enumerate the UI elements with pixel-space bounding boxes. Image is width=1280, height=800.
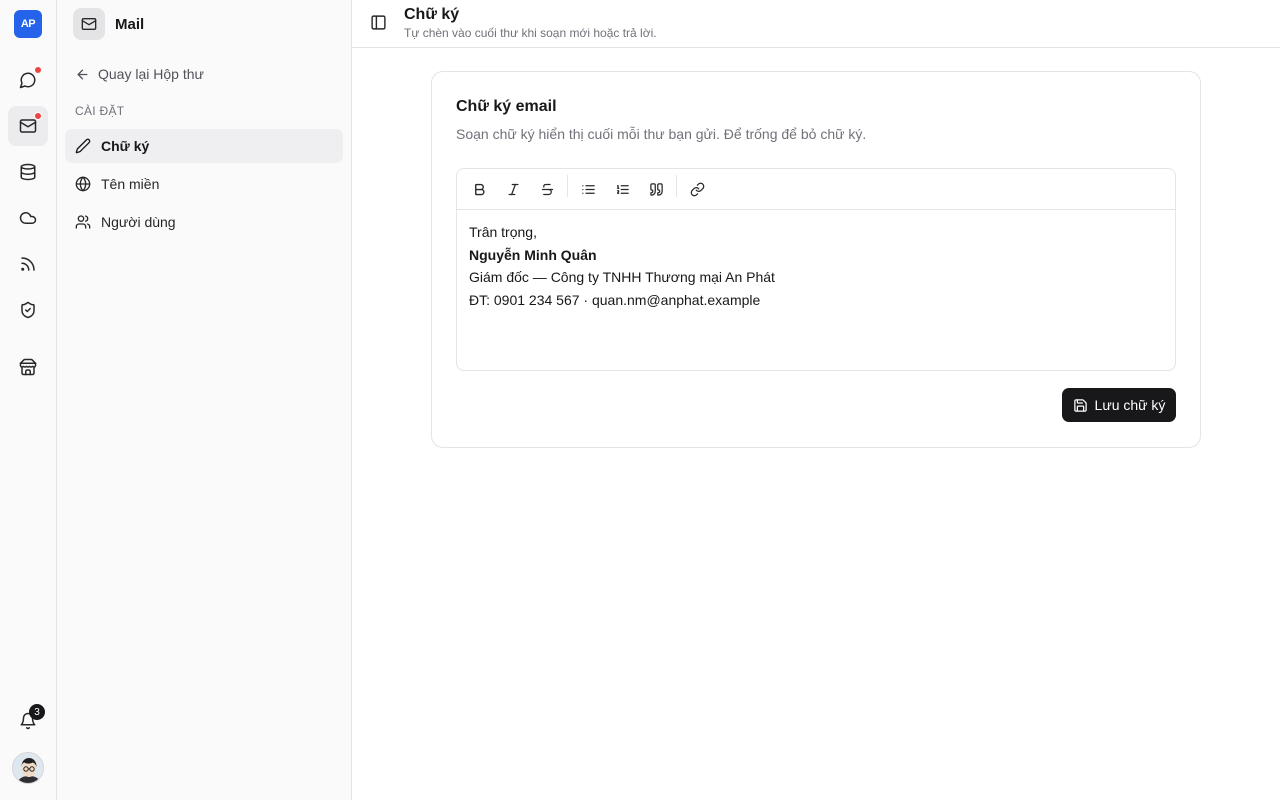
back-to-inbox-link[interactable]: Quay lại Hộp thư — [75, 64, 204, 84]
signature-line-title: Giám đốc — Công ty TNHH Thương mại An Ph… — [469, 269, 775, 286]
ordered-list-button[interactable] — [609, 177, 635, 201]
settings-section-label: CÀI ĐẶT — [75, 104, 125, 118]
page-title: Chữ ký — [404, 6, 460, 23]
rail-chat-button[interactable] — [8, 60, 48, 100]
database-icon — [19, 163, 37, 181]
signature-line-name: Nguyễn Minh Quân — [469, 246, 597, 263]
page-subtitle: Tự chèn vào cuối thư khi soạn mới hoặc t… — [404, 26, 657, 40]
workspace-logo[interactable]: AP — [14, 10, 42, 38]
strikethrough-button[interactable] — [534, 177, 560, 201]
rail-security-button[interactable] — [8, 290, 48, 330]
card-description: Soạn chữ ký hiển thị cuối mỗi thư bạn gử… — [456, 126, 867, 142]
rail-store-button[interactable] — [8, 347, 48, 387]
notification-count-badge: 3 — [29, 704, 45, 720]
notifications-button[interactable]: 3 — [8, 701, 48, 741]
rss-icon — [19, 255, 37, 273]
users-icon — [75, 214, 91, 230]
rail-mail-button[interactable] — [8, 106, 48, 146]
save-signature-button[interactable]: Lưu chữ ký — [1062, 388, 1176, 422]
arrow-left-icon — [75, 67, 90, 82]
signature-card: Chữ ký email Soạn chữ ký hiển thị cuối m… — [431, 71, 1201, 448]
link-icon — [690, 182, 705, 197]
editor-toolbar — [457, 169, 1175, 210]
cloud-icon — [19, 209, 37, 227]
unread-dot — [34, 112, 42, 120]
sidebar-item-signature[interactable]: Chữ ký — [65, 129, 343, 163]
strikethrough-icon — [540, 182, 555, 197]
store-icon — [19, 358, 37, 376]
signature-text-area[interactable]: Trân trọng, Nguyễn Minh Quân Giám đốc — … — [469, 221, 775, 312]
toolbar-divider — [567, 175, 568, 197]
toolbar-divider — [676, 175, 677, 197]
sidebar-toggle-button[interactable] — [370, 14, 390, 34]
italic-icon — [506, 182, 521, 197]
signature-line-contact: ĐT: 0901 234 567 · quan.nm@anphat.exampl… — [469, 292, 761, 309]
link-button[interactable] — [684, 177, 710, 201]
quote-button[interactable] — [643, 177, 669, 201]
bold-button[interactable] — [466, 177, 492, 201]
mail-icon — [19, 117, 37, 135]
quote-icon — [649, 182, 664, 197]
rail-cloud-button[interactable] — [8, 198, 48, 238]
app-header: Mail — [73, 8, 144, 40]
list-ordered-icon — [615, 182, 630, 197]
app-name: Mail — [115, 15, 145, 33]
mail-app-icon — [73, 8, 105, 40]
unread-dot — [34, 66, 42, 74]
sidebar-item-label: Chữ ký — [101, 138, 150, 154]
rail-database-button[interactable] — [8, 152, 48, 192]
save-icon — [1073, 398, 1088, 413]
chat-icon — [19, 71, 37, 89]
pencil-icon — [75, 138, 91, 154]
app-rail: AP 3 — [0, 0, 57, 800]
shield-check-icon — [19, 301, 37, 319]
user-avatar[interactable] — [12, 752, 44, 784]
bold-icon — [472, 182, 487, 197]
settings-sidebar: Mail Quay lại Hộp thư CÀI ĐẶT Chữ ký Tên… — [57, 0, 352, 800]
sidebar-item-domains[interactable]: Tên miền — [65, 167, 343, 201]
signature-editor: Trân trọng, Nguyễn Minh Quân Giám đốc — … — [456, 168, 1176, 371]
panel-left-icon — [370, 14, 390, 31]
bullet-list-button[interactable] — [575, 177, 601, 201]
save-button-label: Lưu chữ ký — [1094, 397, 1166, 413]
back-link-label: Quay lại Hộp thư — [98, 66, 204, 82]
rail-feed-button[interactable] — [8, 244, 48, 284]
globe-icon — [75, 176, 91, 192]
page-header: Chữ ký Tự chèn vào cuối thư khi soạn mới… — [352, 0, 1280, 48]
list-icon — [581, 182, 596, 197]
signature-line-closing: Trân trọng, — [469, 224, 537, 240]
italic-button[interactable] — [500, 177, 526, 201]
card-title: Chữ ký email — [456, 98, 557, 115]
sidebar-item-label: Tên miền — [101, 176, 160, 192]
sidebar-item-users[interactable]: Người dùng — [65, 205, 343, 239]
sidebar-item-label: Người dùng — [101, 214, 176, 230]
